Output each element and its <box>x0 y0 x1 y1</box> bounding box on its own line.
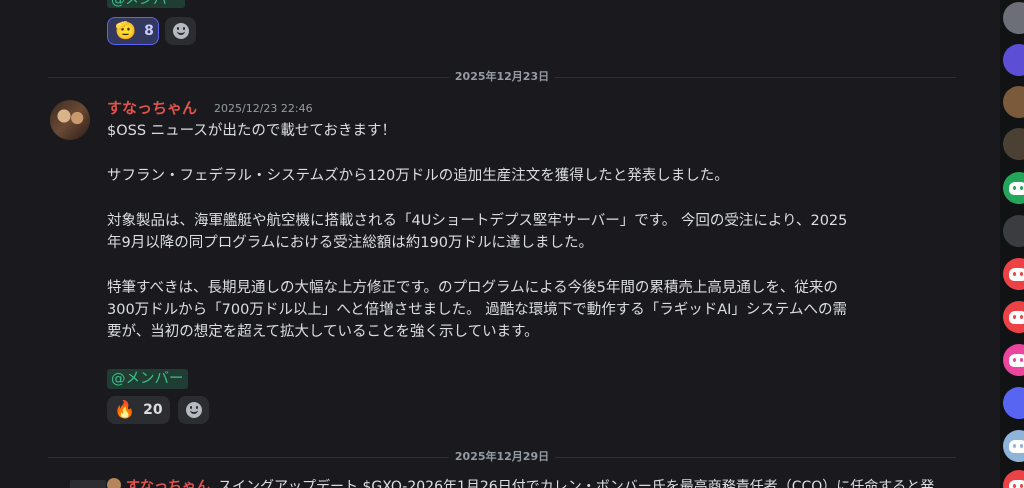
message-line: 年9月以降の同プログラムにおける受注総額は約190万ドルに達しました。 <box>107 235 593 251</box>
member-list-rail <box>1000 0 1024 488</box>
date-divider-label: 2025年12月23日 <box>448 70 556 84</box>
discord-logo-icon <box>1009 439 1024 453</box>
discord-logo-icon <box>1009 310 1024 324</box>
message-timestamp[interactable]: 2025/12/23 22:46 <box>214 101 313 117</box>
member-avatar[interactable] <box>1003 470 1024 488</box>
add-reaction-icon <box>185 402 202 418</box>
reaction-count: 8 <box>144 23 154 39</box>
reply-text[interactable]: スイングアップデート $GXO-2026年1月26日付でカレン・ボンバー氏を最高… <box>218 476 934 488</box>
message-line: 要が、当初の想定を超えて拡大していることを強く示しています。 <box>107 324 539 340</box>
left-strip <box>0 0 48 488</box>
add-reaction-button[interactable] <box>165 17 196 45</box>
message-line: $OSS ニュースが出たので載せておきます！ <box>107 123 396 139</box>
fire-emoji-icon: 🔥 <box>114 399 136 420</box>
date-divider-label: 2025年12月29日 <box>448 450 556 464</box>
discord-logo-icon <box>1009 267 1024 281</box>
discord-logo-icon <box>1009 479 1024 488</box>
reply-author[interactable]: すなっちゃん <box>126 476 210 488</box>
discord-logo-icon <box>1009 181 1024 195</box>
avatar[interactable] <box>50 100 90 140</box>
message-line: 特筆すべきは、長期見通しの大幅な上方修正です。のプログラムによる今後5年間の累積… <box>107 280 838 296</box>
member-avatar[interactable] <box>1003 258 1024 290</box>
message-line: 対象製品は、海軍艦艇や航空機に搭載される「4Uショートデプス堅牢サーバー」です。… <box>107 213 848 229</box>
member-avatar[interactable] <box>1003 2 1024 34</box>
member-avatar[interactable] <box>1003 86 1024 118</box>
member-avatar[interactable] <box>1003 215 1024 247</box>
member-avatar[interactable] <box>1003 344 1024 376</box>
add-reaction-button[interactable] <box>178 396 209 424</box>
member-avatar[interactable] <box>1003 430 1024 462</box>
member-avatar[interactable] <box>1003 387 1024 419</box>
member-avatar[interactable] <box>1003 44 1024 76</box>
reaction-fire[interactable]: 🔥 20 <box>107 396 170 424</box>
member-avatar[interactable] <box>1003 301 1024 333</box>
salute-emoji-icon: 🫡 <box>115 20 137 41</box>
member-avatar[interactable] <box>1003 128 1024 160</box>
date-divider: 2025年12月29日 <box>48 450 956 464</box>
add-reaction-icon <box>172 23 189 39</box>
discord-logo-icon <box>1009 353 1024 367</box>
reaction-count: 20 <box>143 402 163 418</box>
member-mention[interactable]: @メンバー <box>107 0 185 8</box>
message-author[interactable]: すなっちゃん <box>107 98 197 118</box>
member-avatar[interactable] <box>1003 172 1024 204</box>
reaction-salute[interactable]: 🫡 8 <box>107 17 159 45</box>
message-line: 300万ドルから「700万ドル以上」へと倍増させました。 過酷な環境下で動作する… <box>107 302 847 318</box>
message-line: サフラン・フェデラル・システムズから120万ドルの追加生産注文を獲得したと発表し… <box>107 168 729 184</box>
reply-preview-bar <box>70 480 106 488</box>
date-divider: 2025年12月23日 <box>48 70 956 84</box>
member-mention[interactable]: @メンバー <box>107 369 188 389</box>
message-list[interactable]: @メンバー 🫡 8 2025年12月23日 すなっちゃん 2025/12/23 … <box>48 0 1000 488</box>
reply-avatar-icon <box>107 478 121 488</box>
